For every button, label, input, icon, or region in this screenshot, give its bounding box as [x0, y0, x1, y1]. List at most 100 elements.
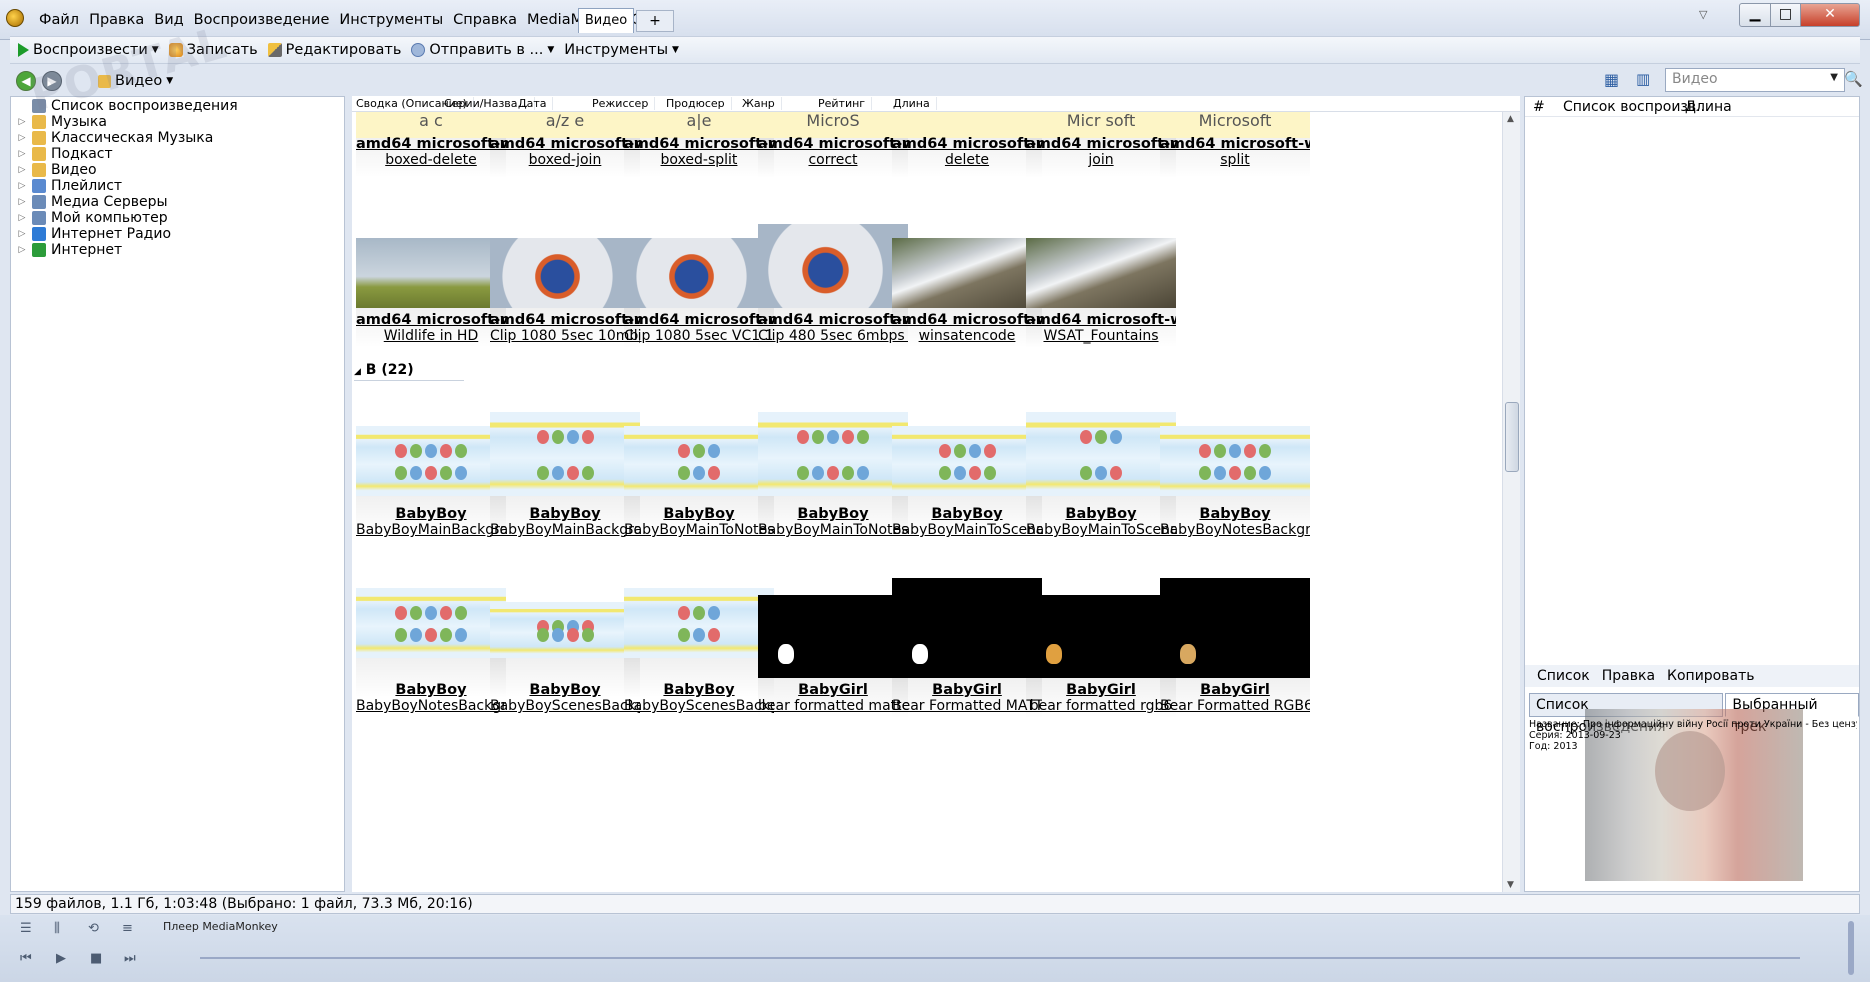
tile-subtitle[interactable]: Bear Formatted RGB6 ...	[1160, 698, 1310, 714]
add-tab-button[interactable]: +	[636, 10, 674, 32]
app-logo-icon[interactable]	[6, 9, 24, 27]
tree-node-icon	[32, 131, 46, 145]
repeat-icon[interactable]: ⟲	[88, 921, 99, 936]
stop-icon[interactable]: ■	[90, 951, 102, 966]
expand-icon[interactable]: ▷	[17, 197, 27, 207]
media-tile[interactable]: BabyBoyBabyBoyScenesBackg....	[490, 112, 640, 892]
menu-playback[interactable]: Воспроизведение	[189, 10, 335, 30]
tile-subtitle[interactable]: BabyBoyNotesBackgr.....	[356, 698, 506, 714]
tile-subtitle[interactable]: BabyBoyScenesBackg....	[624, 698, 774, 714]
send-to-button[interactable]: Отправить в ... ▼	[411, 42, 554, 58]
scroll-up-icon[interactable]: ▲	[1507, 114, 1514, 124]
video-thumbnail[interactable]	[892, 578, 1042, 678]
media-tile[interactable]: BabyBoyBabyBoyScenesBackg....	[624, 112, 774, 892]
menu-help[interactable]: Справка	[448, 10, 522, 30]
columns-view-icon[interactable]: ▥	[1636, 70, 1660, 92]
play-button[interactable]: Воспроизвести ▼	[18, 42, 159, 58]
scroll-down-icon[interactable]: ▼	[1507, 880, 1514, 890]
search-icon[interactable]: 🔍	[1844, 70, 1866, 90]
track-series: Серия: 2013-09-23	[1529, 730, 1621, 741]
tile-subtitle[interactable]: bear formatted rgb6	[1026, 698, 1176, 714]
video-thumbnail[interactable]	[758, 595, 908, 678]
column-header-cell[interactable]: Рейтинг	[818, 97, 873, 110]
playlist-icon[interactable]: ☰	[20, 921, 32, 936]
tile-title[interactable]: BabyBoy	[624, 682, 774, 698]
next-icon[interactable]: ⏭	[124, 951, 136, 966]
expand-icon[interactable]: ▷	[17, 117, 27, 127]
vertical-scrollbar[interactable]: ▲ ▼	[1502, 112, 1520, 892]
col-length[interactable]: Длина	[1685, 99, 1732, 115]
expand-icon[interactable]: ▷	[17, 165, 27, 175]
edit-button[interactable]: Редактировать	[267, 42, 401, 58]
previous-icon[interactable]: ⏮	[20, 951, 32, 966]
back-button[interactable]: ◀	[16, 71, 36, 91]
tile-subtitle[interactable]: BabyBoyScenesBackg....	[490, 698, 640, 714]
media-tile[interactable]: BabyGirlBear Formatted MATT....	[892, 112, 1042, 892]
menu-list[interactable]: Список	[1537, 668, 1590, 684]
video-thumbnail[interactable]	[1160, 578, 1310, 678]
equalizer-icon[interactable]: ⫼	[54, 921, 60, 936]
column-header-cell[interactable]: Режиссер	[592, 97, 656, 110]
menu-edit[interactable]: Правка	[84, 10, 149, 30]
expand-icon[interactable]: ▷	[17, 149, 27, 159]
menu-tools[interactable]: Инструменты	[334, 10, 448, 30]
chevron-down-icon[interactable]: ▼	[1830, 72, 1838, 83]
column-header-cell[interactable]: Длина	[893, 97, 937, 110]
record-button[interactable]: Записать	[168, 42, 258, 58]
tile-subtitle[interactable]: Bear Formatted MATT....	[892, 698, 1042, 714]
tree-node-icon	[32, 227, 46, 241]
menu-view[interactable]: Вид	[149, 10, 188, 30]
tree-item[interactable]: ▷ Интернет	[17, 241, 123, 259]
chevron-down-icon[interactable]: ▼	[547, 45, 554, 55]
expand-icon[interactable]: ▷	[17, 229, 27, 239]
close-button[interactable]: ✕	[1800, 3, 1860, 27]
play-icon[interactable]: ▶	[56, 951, 66, 966]
scroll-thumb[interactable]	[1505, 402, 1519, 472]
col-number[interactable]: #	[1533, 99, 1545, 115]
chevron-down-icon[interactable]: ▽	[1699, 8, 1707, 21]
chevron-down-icon[interactable]: ▼	[672, 45, 679, 55]
maximize-button[interactable]: □	[1770, 3, 1801, 27]
menu-copy[interactable]: Копировать	[1667, 668, 1754, 684]
breadcrumb[interactable]: Видео ▼	[98, 73, 173, 89]
tile-title[interactable]: BabyGirl	[758, 682, 908, 698]
tile-title[interactable]: BabyGirl	[892, 682, 1042, 698]
tree-item-label: Видео	[51, 162, 97, 178]
volume-slider[interactable]	[1848, 921, 1854, 975]
forward-button[interactable]: ▶	[42, 71, 62, 91]
chevron-down-icon[interactable]: ▼	[166, 76, 173, 86]
column-header-cell[interactable]: Дата	[518, 97, 554, 110]
video-thumbnail[interactable]	[356, 588, 506, 658]
video-thumbnail[interactable]	[624, 588, 774, 658]
media-tile[interactable]: BabyBoyBabyBoyNotesBackgr.....	[356, 112, 506, 892]
grid-view-icon[interactable]: ▦	[1604, 70, 1628, 92]
column-header-cell[interactable]: Жанр	[742, 97, 782, 110]
tile-title[interactable]: BabyGirl	[1160, 682, 1310, 698]
expand-icon[interactable]: ▷	[17, 133, 27, 143]
bubble-dots	[624, 628, 774, 642]
minimize-button[interactable]: ▁	[1739, 3, 1771, 27]
list-icon[interactable]: ≡	[122, 921, 133, 936]
tile-title[interactable]: BabyGirl	[1026, 682, 1176, 698]
search-input[interactable]: Видео ▼	[1665, 68, 1845, 92]
tile-subtitle[interactable]: bear formatted matte2	[758, 698, 908, 714]
bubble-dot	[395, 606, 407, 620]
expand-icon[interactable]: ▷	[17, 245, 27, 255]
expand-icon[interactable]: ▷	[17, 213, 27, 223]
tile-title[interactable]: BabyBoy	[490, 682, 640, 698]
menu-file[interactable]: Файл	[34, 10, 84, 30]
seek-bar[interactable]	[200, 957, 1800, 959]
menu-edit-right[interactable]: Правка	[1602, 668, 1655, 684]
media-tile[interactable]: BabyGirlBear Formatted RGB6 ...	[1160, 112, 1310, 892]
tile-title[interactable]: BabyBoy	[356, 682, 506, 698]
column-header-cell[interactable]: Продюсер	[666, 97, 732, 110]
chevron-down-icon[interactable]: ▼	[152, 45, 159, 55]
library-tree: Список воспроизведения ▷ Музыка ▷ Классическ…	[10, 96, 345, 892]
tools-button[interactable]: Инструменты ▼	[564, 42, 679, 58]
video-thumbnail[interactable]	[490, 602, 640, 658]
media-tile[interactable]: BabyGirl bear formatted rgb6	[1026, 112, 1176, 892]
expand-icon[interactable]: ▷	[17, 181, 27, 191]
media-tile[interactable]: BabyGirl bear formatted matte2	[758, 112, 908, 892]
video-thumbnail[interactable]	[1026, 595, 1176, 678]
tab-video[interactable]: Видео	[578, 8, 634, 33]
